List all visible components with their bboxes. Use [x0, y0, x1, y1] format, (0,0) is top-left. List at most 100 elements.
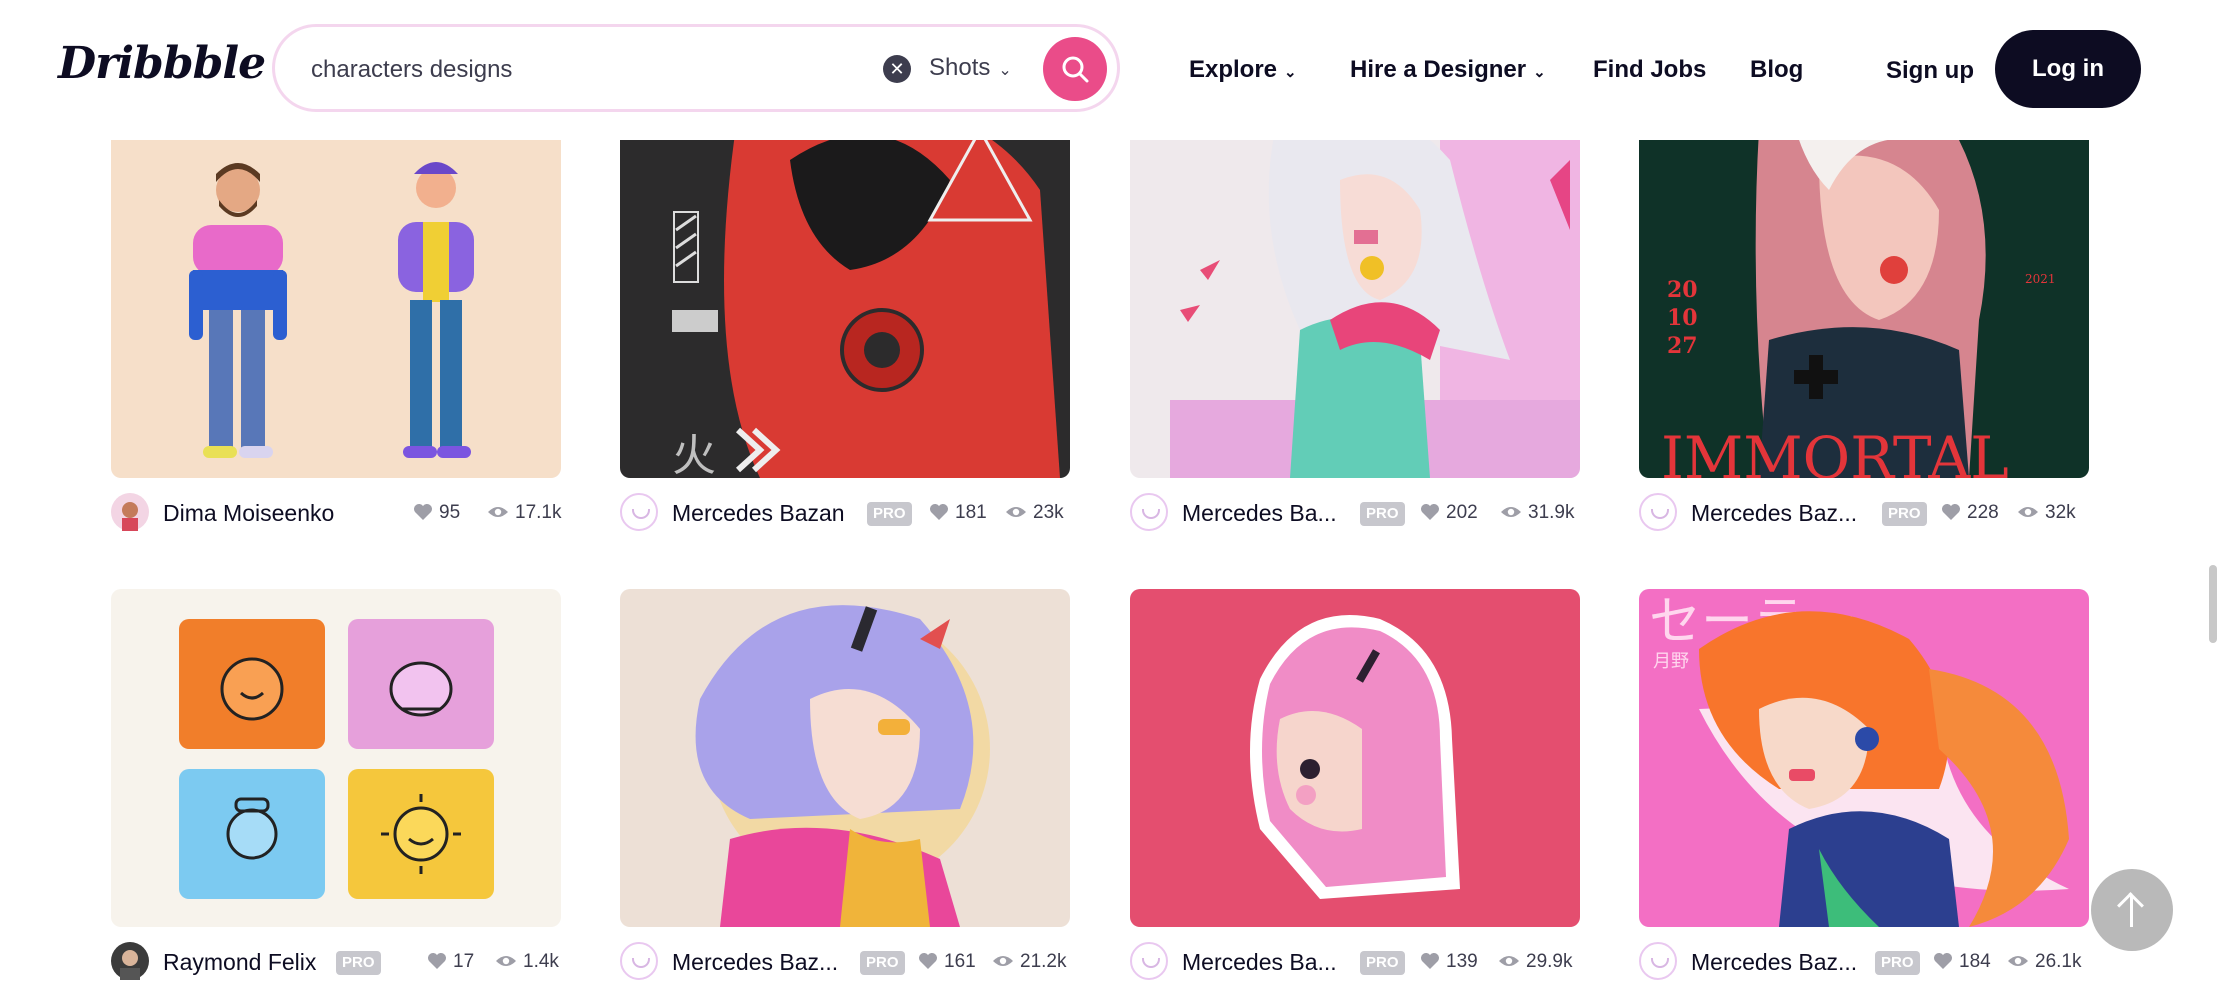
views-value: 31.9k — [1528, 502, 1575, 523]
author-name[interactable]: Mercedes Baz... — [1691, 949, 1857, 976]
views-value: 26.1k — [2035, 951, 2082, 972]
views-count: 29.9k — [1498, 951, 1572, 973]
shot-meta: Mercedes Baz... PRO 184 26.1k — [1639, 941, 2089, 981]
likes-value: 139 — [1446, 951, 1478, 972]
author-name[interactable]: Raymond Felix — [163, 949, 316, 976]
avatar[interactable] — [1130, 942, 1168, 980]
eye-icon — [496, 956, 516, 966]
search-button[interactable] — [1043, 37, 1107, 101]
nav-find-jobs[interactable]: Find Jobs — [1593, 56, 1706, 84]
shot-thumbnail[interactable]: 火 — [620, 100, 1070, 478]
likes-count[interactable]: 17 — [427, 951, 474, 973]
dribbble-logo[interactable]: Dribbble — [58, 38, 266, 89]
heart-icon — [930, 504, 948, 520]
likes-value: 17 — [453, 951, 475, 972]
shot-meta: Mercedes Ba... PRO 139 29.9k — [1130, 941, 1580, 981]
nav-explore-label: Explore — [1189, 56, 1278, 83]
avatar[interactable] — [1639, 493, 1677, 531]
eye-icon — [2008, 956, 2028, 966]
author-name[interactable]: Dima Moiseenko — [163, 500, 334, 527]
artwork-title: IMMORTAL — [1661, 424, 2009, 478]
artwork-date: 10 — [1667, 305, 1698, 331]
page-scrollbar[interactable] — [2209, 565, 2217, 643]
pro-badge: PRO — [1360, 951, 1405, 975]
views-count: 26.1k — [2007, 951, 2081, 973]
chevron-down-icon: ⌄ — [1284, 64, 1297, 81]
views-count: 32k — [2017, 502, 2076, 524]
shot-meta: Mercedes Baz... PRO 161 21.2k — [620, 941, 1070, 981]
artwork-year: 2021 — [2025, 272, 2056, 286]
shot-artwork-two-characters — [189, 162, 474, 458]
artwork-date: 27 — [1667, 333, 1698, 359]
author-name[interactable]: Mercedes Baz... — [672, 949, 838, 976]
avatar[interactable] — [1130, 493, 1168, 531]
pro-badge: PRO — [1875, 951, 1920, 975]
shot-artwork-icon-tiles — [179, 619, 494, 899]
views-count: 23k — [1005, 502, 1064, 524]
shot-meta: Mercedes Baz... PRO 228 32k — [1639, 492, 2089, 532]
eye-icon — [488, 507, 508, 517]
avatar[interactable] — [620, 942, 658, 980]
avatar[interactable] — [111, 942, 149, 980]
heart-icon — [1421, 504, 1439, 520]
views-value: 29.9k — [1526, 951, 1573, 972]
likes-value: 181 — [955, 502, 987, 523]
likes-value: 95 — [439, 502, 461, 523]
shot-artwork-pink-hair-sticker — [1250, 615, 1460, 899]
search-bar: ✕ Shots ⌄ — [272, 24, 1120, 112]
author-name[interactable]: Mercedes Ba... — [1182, 500, 1337, 527]
shot-thumbnail[interactable] — [111, 100, 561, 478]
likes-value: 161 — [944, 951, 976, 972]
shot-thumbnail[interactable] — [1130, 100, 1580, 478]
shot-meta: Mercedes Ba... PRO 202 31.9k — [1130, 492, 1580, 532]
nav-blog[interactable]: Blog — [1750, 56, 1803, 84]
search-input[interactable] — [309, 49, 833, 91]
nav-explore[interactable]: Explore ⌄ — [1189, 56, 1297, 84]
artwork-name: 月野 — [1653, 651, 1689, 672]
shot-artwork-gasmask-character: 火 — [672, 100, 1060, 478]
eye-icon — [2018, 507, 2038, 517]
likes-count[interactable]: 95 — [413, 502, 460, 524]
search-scope-dropdown[interactable]: Shots ⌄ — [929, 54, 1012, 82]
scroll-to-top-button[interactable] — [2091, 869, 2173, 951]
views-value: 32k — [2045, 502, 2076, 523]
heart-icon — [428, 953, 446, 969]
avatar-face — [120, 950, 140, 980]
avatar[interactable] — [1639, 942, 1677, 980]
likes-count[interactable]: 139 — [1420, 951, 1478, 973]
heart-icon — [1421, 953, 1439, 969]
views-value: 17.1k — [515, 502, 562, 523]
avatar[interactable] — [111, 493, 149, 531]
likes-count[interactable]: 184 — [1933, 951, 1991, 973]
views-count: 17.1k — [487, 502, 561, 524]
eye-icon — [993, 956, 1013, 966]
author-name[interactable]: Mercedes Ba... — [1182, 949, 1337, 976]
author-name[interactable]: Mercedes Baz... — [1691, 500, 1857, 527]
sign-up-link[interactable]: Sign up — [1886, 57, 1974, 85]
shot-artwork-white-hair-girl — [1170, 100, 1580, 478]
likes-value: 228 — [1967, 502, 1999, 523]
shot-thumbnail[interactable]: セーラー 月野 — [1639, 589, 2089, 927]
search-icon — [1062, 56, 1089, 83]
likes-count[interactable]: 161 — [918, 951, 976, 973]
shot-artwork-orange-hair-girl: セーラー 月野 — [1649, 592, 2069, 927]
pro-badge: PRO — [336, 951, 381, 975]
likes-count[interactable]: 181 — [929, 502, 987, 524]
shot-thumbnail[interactable] — [111, 589, 561, 927]
log-in-button[interactable]: Log in — [1995, 30, 2141, 108]
shot-thumbnail[interactable] — [1130, 589, 1580, 927]
nav-hire-designer[interactable]: Hire a Designer ⌄ — [1350, 56, 1546, 84]
pro-badge: PRO — [1882, 502, 1927, 526]
clear-search-icon[interactable]: ✕ — [883, 55, 911, 83]
shot-thumbnail[interactable]: 20 10 27 2021 IMMORTAL — [1639, 100, 2089, 478]
shot-meta: Dima Moiseenko 95 17.1k — [111, 492, 561, 532]
author-name[interactable]: Mercedes Bazan — [672, 500, 845, 527]
views-value: 1.4k — [523, 951, 559, 972]
heart-icon — [1934, 953, 1952, 969]
pro-badge: PRO — [867, 502, 912, 526]
likes-count[interactable]: 202 — [1420, 502, 1478, 524]
eye-icon — [1499, 956, 1519, 966]
shot-thumbnail[interactable] — [620, 589, 1070, 927]
likes-count[interactable]: 228 — [1941, 502, 1999, 524]
avatar[interactable] — [620, 493, 658, 531]
